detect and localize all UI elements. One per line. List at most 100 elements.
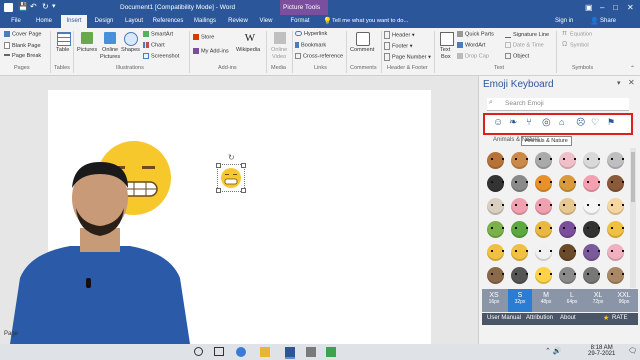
emoji-cell[interactable] xyxy=(607,221,624,238)
header-button[interactable]: Header ▾ xyxy=(384,31,415,39)
size-option-s[interactable]: S 32px xyxy=(508,289,532,312)
bookmark-button[interactable]: Bookmark xyxy=(295,42,326,48)
comment-icon[interactable] xyxy=(356,32,370,46)
tab-layout[interactable]: Layout xyxy=(121,15,147,28)
wordart-button[interactable]: WordArt xyxy=(457,42,485,48)
comment-button[interactable]: Comment xyxy=(350,47,374,53)
cross-reference-button[interactable]: Cross-reference xyxy=(295,53,343,59)
search-icon[interactable] xyxy=(194,347,203,356)
size-option-m[interactable]: M 48px xyxy=(534,289,558,312)
tell-me-box[interactable]: Tell me what you want to do... xyxy=(332,15,408,28)
page-break-button[interactable]: Page Break xyxy=(4,53,41,59)
scrollbar[interactable] xyxy=(630,148,636,288)
hyperlink-button[interactable]: Hyperlink xyxy=(295,31,327,37)
collapse-ribbon-icon[interactable]: ⌃ xyxy=(630,65,635,72)
category-symbols-icon[interactable]: ♡ xyxy=(591,117,599,128)
user-manual-link[interactable]: User Manual xyxy=(487,315,521,321)
emoji-cell[interactable] xyxy=(607,267,624,284)
emoji-cell[interactable] xyxy=(535,221,552,238)
close-icon[interactable]: ✕ xyxy=(627,0,634,15)
category-animals-icon[interactable]: ❧ xyxy=(509,117,517,128)
emoji-cell[interactable] xyxy=(511,244,528,261)
emoji-cell[interactable] xyxy=(607,175,624,192)
emoji-cell[interactable] xyxy=(535,244,552,261)
resize-handle-icon[interactable] xyxy=(216,163,221,168)
size-option-l[interactable]: L 64px xyxy=(560,289,584,312)
app-icon[interactable] xyxy=(326,347,336,357)
emoji-cell[interactable] xyxy=(535,267,552,284)
about-link[interactable]: About xyxy=(560,315,576,321)
smartart-button[interactable]: SmartArt xyxy=(143,31,173,37)
emoji-cell[interactable] xyxy=(487,152,504,169)
text-box-icon[interactable] xyxy=(440,32,454,46)
cover-page-button[interactable]: Cover Page xyxy=(4,31,42,37)
resize-handle-icon[interactable] xyxy=(241,163,246,168)
emoji-cell[interactable] xyxy=(583,221,600,238)
minimize-icon[interactable]: – xyxy=(600,0,604,15)
emoji-cell[interactable] xyxy=(511,221,528,238)
undo-icon[interactable]: ↶ xyxy=(30,2,37,11)
blank-page-button[interactable]: Blank Page xyxy=(4,42,41,49)
category-smileys-icon[interactable]: ☺ xyxy=(493,117,503,128)
symbol-button[interactable]: Ω Symbol xyxy=(562,41,589,48)
share-button[interactable]: Share xyxy=(600,15,616,28)
resize-handle-icon[interactable] xyxy=(241,188,246,193)
online-video-icon[interactable] xyxy=(274,32,286,44)
emoji-cell[interactable] xyxy=(559,244,576,261)
attribution-link[interactable]: Attribution xyxy=(526,315,553,321)
word-taskbar-icon[interactable] xyxy=(285,347,295,359)
emoji-cell[interactable] xyxy=(487,267,504,284)
emoji-cell[interactable] xyxy=(583,244,600,261)
emoji-cell[interactable] xyxy=(559,175,576,192)
tab-insert[interactable]: Insert xyxy=(61,15,87,28)
emoji-cell[interactable] xyxy=(559,198,576,215)
redo-icon[interactable]: ↻ xyxy=(42,2,49,11)
equation-button[interactable]: π Equation xyxy=(562,30,592,37)
save-icon[interactable]: 💾 xyxy=(18,2,28,11)
online-pictures-button[interactable]: Online xyxy=(102,47,118,53)
emoji-cell[interactable] xyxy=(511,267,528,284)
emoji-cell[interactable] xyxy=(511,152,528,169)
customize-toolbar-icon[interactable]: ▾ xyxy=(52,2,56,10)
selected-picture-frame[interactable]: ↻ xyxy=(216,153,246,193)
grimacing-face-emoji-small[interactable] xyxy=(220,167,242,189)
screenshot-button[interactable]: Screenshot xyxy=(143,53,179,59)
task-view-icon[interactable] xyxy=(214,347,224,356)
emoji-cell[interactable] xyxy=(511,198,528,215)
online-pictures-icon[interactable] xyxy=(104,32,116,44)
emoji-cell[interactable] xyxy=(607,244,624,261)
emoji-cell[interactable] xyxy=(487,221,504,238)
page-number-button[interactable]: Page Number ▾ xyxy=(384,53,431,61)
page-indicator[interactable]: Page xyxy=(4,331,18,337)
tab-mailings[interactable]: Mailings xyxy=(190,15,220,28)
category-travel-icon[interactable]: ⌂ xyxy=(559,117,564,127)
emoji-cell[interactable] xyxy=(535,198,552,215)
wikipedia-icon[interactable]: W xyxy=(244,32,256,44)
app-icon[interactable] xyxy=(306,347,316,357)
pane-close-icon[interactable]: ✕ xyxy=(628,78,635,87)
category-flags-icon[interactable]: ⚑ xyxy=(607,117,615,128)
tab-home[interactable]: Home xyxy=(30,15,58,28)
emoji-cell[interactable] xyxy=(559,152,576,169)
store-button[interactable]: Store xyxy=(193,34,214,40)
tab-references[interactable]: References xyxy=(150,15,186,28)
system-tray-icon[interactable]: ⌃ 🔊 xyxy=(545,347,562,355)
pictures-icon[interactable] xyxy=(81,32,93,44)
shapes-button[interactable]: Shapes xyxy=(121,47,140,53)
rate-link[interactable]: RATE xyxy=(612,315,628,321)
emoji-cell[interactable] xyxy=(607,152,624,169)
pane-options-icon[interactable]: ▾ xyxy=(617,79,621,87)
emoji-cell[interactable] xyxy=(535,152,552,169)
category-activity-icon[interactable]: ◎ xyxy=(542,117,551,128)
emoji-cell[interactable] xyxy=(511,175,528,192)
emoji-cell[interactable] xyxy=(487,175,504,192)
size-option-xxl[interactable]: XXL 96px xyxy=(612,289,636,312)
maximize-icon[interactable]: □ xyxy=(613,0,618,15)
emoji-cell[interactable] xyxy=(583,175,600,192)
category-objects-icon[interactable]: ☹ xyxy=(576,117,585,128)
emoji-cell[interactable] xyxy=(607,198,624,215)
size-option-xl[interactable]: XL 72px xyxy=(586,289,610,312)
emoji-cell[interactable] xyxy=(583,198,600,215)
table-button[interactable]: Table xyxy=(56,47,69,53)
table-icon[interactable] xyxy=(57,32,71,46)
